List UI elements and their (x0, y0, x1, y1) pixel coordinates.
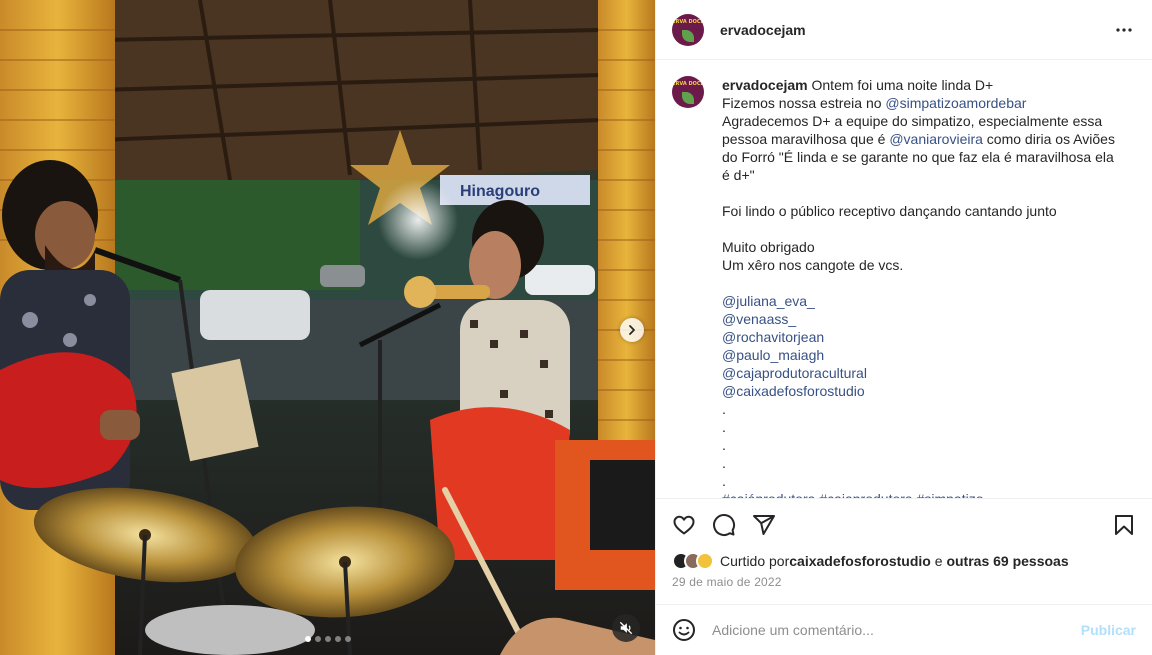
carousel-dot (334, 636, 341, 642)
likes-summary: Curtido por caixadefosforostudio e outra… (672, 551, 1136, 571)
caption-line: Um xêro nos cangote de vcs. (722, 257, 904, 273)
caption-dot: . (722, 437, 726, 453)
muted-speaker-icon (619, 621, 633, 635)
comments-section: ERVA DOCE ervadocejam Ontem foi uma noit… (656, 60, 1152, 498)
caption-line: Muito obrigado (722, 239, 815, 255)
add-comment-bar: Publicar (656, 604, 1152, 655)
paper-plane-icon (753, 515, 775, 535)
comment-button[interactable] (712, 513, 736, 537)
save-button[interactable] (1112, 513, 1136, 537)
video-frame: Hinagouro (0, 0, 655, 655)
mention-link[interactable]: @vaniarovieira (889, 131, 983, 147)
header-username[interactable]: ervadocejam (720, 22, 806, 38)
emoji-button[interactable] (672, 618, 696, 642)
caption-dot: . (722, 473, 726, 489)
liker-avatars (672, 552, 714, 570)
action-icon-row (672, 499, 1136, 551)
likes-middle: e (930, 553, 947, 569)
caption-text: Fizemos nossa estreia no (722, 95, 886, 111)
mention-link[interactable]: @venaass_ (722, 310, 1122, 328)
avatar-logo-text: ERVA DOCE (672, 81, 704, 87)
store-sign-text: Hinagouro (460, 183, 540, 200)
carousel-indicator (0, 636, 655, 642)
caption-dot: . (722, 455, 726, 471)
post-actions: Curtido por caixadefosforostudio e outra… (656, 498, 1152, 604)
mention-link[interactable]: @paulo_maiagh (722, 346, 1122, 364)
carousel-dot (324, 636, 331, 642)
caption-first-line: ervadocejam Ontem foi uma noite linda D+ (722, 76, 1122, 94)
carousel-dot (304, 636, 311, 642)
bookmark-icon (1115, 515, 1133, 535)
post-caption: ervadocejam Ontem foi uma noite linda D+… (722, 76, 1122, 498)
post-media[interactable]: Hinagouro (0, 0, 655, 655)
avatar-logo-text: ERVA DOCE (672, 18, 704, 25)
caption-avatar[interactable]: ERVA DOCE (672, 76, 704, 108)
mention-link[interactable]: @rochavitorjean (722, 328, 1122, 346)
mention-link[interactable]: @caixadefosforostudio (722, 382, 1122, 400)
carousel-next-button[interactable] (620, 318, 644, 342)
caption-username[interactable]: ervadocejam (722, 77, 808, 93)
leaf-logo-icon (682, 29, 694, 42)
caption-dot: . (722, 401, 726, 417)
emoji-icon (673, 619, 695, 641)
caption-dot: . (722, 419, 726, 435)
caption-line: Agradecemos D+ a equipe do simpatizo, es… (722, 112, 1122, 184)
more-horizontal-icon (1116, 27, 1132, 32)
avatar[interactable]: ERVA DOCE (672, 13, 704, 46)
like-button[interactable] (672, 513, 696, 537)
more-options-button[interactable] (1112, 18, 1136, 42)
caption-text: Ontem foi uma noite linda D+ (811, 77, 994, 93)
comment-icon (713, 514, 736, 536)
mute-button[interactable] (612, 614, 640, 642)
caption-line: Foi lindo o público receptivo dançando c… (722, 203, 1057, 219)
share-button[interactable] (752, 513, 776, 537)
leaf-logo-icon (682, 92, 694, 104)
chevron-right-icon (629, 325, 635, 335)
heart-icon (673, 515, 695, 535)
comment-input[interactable] (712, 622, 1081, 638)
post-date[interactable]: 29 de maio de 2022 (672, 575, 1136, 589)
hashtag-links[interactable]: #cajáprodutora #cajaprodutora #simpatizo (722, 490, 1122, 498)
publish-button[interactable]: Publicar (1081, 622, 1136, 638)
mention-link[interactable]: @simpatizoamordebar (885, 95, 1026, 111)
avatar (696, 552, 714, 570)
carousel-dot (314, 636, 321, 642)
post-header: ERVA DOCE ervadocejam (656, 0, 1152, 60)
other-likers-link[interactable]: outras 69 pessoas (946, 553, 1068, 569)
post-side-panel: ERVA DOCE ervadocejam ERVA DOCE ervadoce… (655, 0, 1152, 655)
caption-line: Fizemos nossa estreia no @simpatizoamord… (722, 94, 1122, 112)
mention-link[interactable]: @juliana_eva_ (722, 292, 1122, 310)
liker-username[interactable]: caixadefosforostudio (789, 553, 931, 569)
likes-prefix: Curtido por (720, 553, 790, 569)
mention-link[interactable]: @cajaprodutoracultural (722, 364, 1122, 382)
instagram-post: Hinagouro ERVA DOCE ervadocejam ERVA DOC… (0, 0, 1152, 655)
carousel-dot (344, 636, 351, 642)
